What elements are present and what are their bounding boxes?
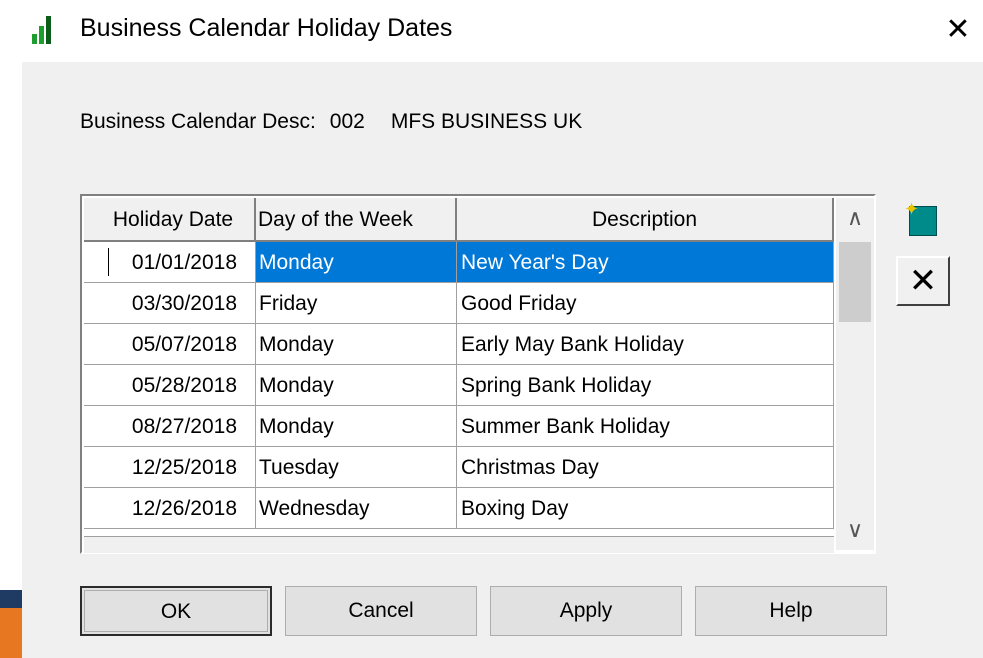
holiday-date-cell[interactable]: 12/26/2018	[84, 488, 256, 529]
day-of-week-cell[interactable]: Friday	[256, 283, 457, 324]
description-cell[interactable]: New Year's Day	[457, 242, 834, 283]
table-row[interactable]: 05/28/2018 Monday Spring Bank Holiday	[84, 365, 834, 406]
description-cell[interactable]: Good Friday	[457, 283, 834, 324]
bar-chart-icon	[32, 16, 52, 44]
calendar-desc-label: Business Calendar Desc:	[80, 110, 316, 133]
table-row[interactable]: 08/27/2018 Monday Summer Bank Holiday	[84, 406, 834, 447]
calendar-code: 002	[329, 110, 365, 133]
column-header-day-of-week[interactable]: Day of the Week	[256, 198, 457, 242]
text-caret	[108, 248, 109, 276]
scroll-down-icon[interactable]: ∨	[836, 510, 874, 550]
calendar-name: MFS BUSINESS UK	[390, 110, 583, 133]
vertical-scrollbar[interactable]: ∧ ∨	[836, 198, 874, 550]
add-holiday-button[interactable]: ✦	[896, 196, 950, 246]
description-cell[interactable]: Spring Bank Holiday	[457, 365, 834, 406]
help-button[interactable]: Help	[695, 586, 887, 636]
holiday-date-cell[interactable]: 08/27/2018	[84, 406, 256, 447]
ok-button[interactable]: OK	[80, 586, 272, 636]
description-cell[interactable]: Christmas Day	[457, 447, 834, 488]
close-icon: ✕	[945, 13, 971, 46]
description-cell[interactable]: Early May Bank Holiday	[457, 324, 834, 365]
day-of-week-cell[interactable]: Monday	[256, 406, 457, 447]
day-of-week-cell[interactable]: Wednesday	[256, 488, 457, 529]
holiday-date-cell[interactable]: 12/25/2018	[84, 447, 256, 488]
day-of-week-cell[interactable]: Monday	[256, 365, 457, 406]
table-row[interactable]: 12/26/2018 Wednesday Boxing Day	[84, 488, 834, 529]
holiday-date-cell[interactable]: 05/07/2018	[84, 324, 256, 365]
day-of-week-cell[interactable]: Tuesday	[256, 447, 457, 488]
sparkle-icon: ✦	[904, 199, 920, 219]
holiday-date-cell[interactable]: 03/30/2018	[84, 283, 256, 324]
delete-row-icon: ✕	[908, 262, 938, 300]
description-cell[interactable]: Summer Bank Holiday	[457, 406, 834, 447]
table-row[interactable]: 05/07/2018 Monday Early May Bank Holiday	[84, 324, 834, 365]
holiday-date-cell[interactable]: 01/01/2018	[84, 242, 256, 283]
title-bar: Business Calendar Holiday Dates ✕	[0, 0, 983, 62]
scroll-thumb[interactable]	[839, 242, 871, 322]
grid-footer	[84, 536, 834, 553]
table-row[interactable]: 12/25/2018 Tuesday Christmas Day	[84, 447, 834, 488]
background-window-edge	[0, 590, 22, 608]
delete-holiday-button[interactable]: ✕	[896, 256, 950, 306]
day-of-week-cell[interactable]: Monday	[256, 242, 457, 283]
column-header-holiday-date[interactable]: Holiday Date	[84, 198, 256, 242]
holiday-grid[interactable]: Holiday Date Day of the Week Description…	[80, 194, 876, 554]
cancel-button[interactable]: Cancel	[285, 586, 477, 636]
close-button[interactable]: ✕	[940, 10, 976, 50]
description-cell[interactable]: Boxing Day	[457, 488, 834, 529]
background-window-accent	[0, 608, 22, 658]
holiday-grid-body: Holiday Date Day of the Week Description…	[84, 198, 834, 536]
day-of-week-cell[interactable]: Monday	[256, 324, 457, 365]
holiday-date-cell[interactable]: 05/28/2018	[84, 365, 256, 406]
calendar-description: Business Calendar Desc: 002 MFS BUSINESS U…	[80, 110, 582, 134]
column-header-description[interactable]: Description	[457, 198, 834, 242]
apply-button[interactable]: Apply	[490, 586, 682, 636]
scroll-up-icon[interactable]: ∧	[836, 198, 874, 238]
window-title: Business Calendar Holiday Dates	[80, 14, 453, 42]
table-row[interactable]: 03/30/2018 Friday Good Friday	[84, 283, 834, 324]
table-row[interactable]: 01/01/2018 Monday New Year's Day	[84, 242, 834, 283]
